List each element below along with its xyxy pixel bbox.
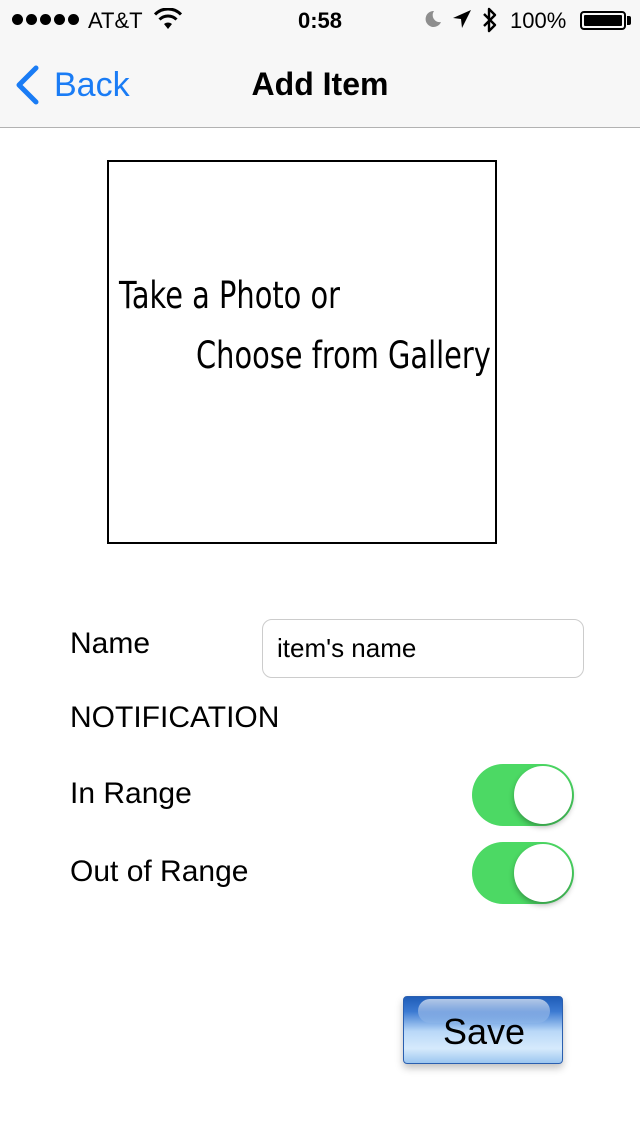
battery-icon [580,11,626,30]
bluetooth-icon [483,7,497,33]
location-arrow-icon [453,10,471,28]
out-of-range-label: Out of Range [70,855,249,888]
in-range-toggle[interactable] [472,764,574,826]
out-of-range-toggle[interactable] [472,842,574,904]
name-label: Name [70,627,151,660]
battery-percent: 100% [510,8,567,33]
battery-cap [627,16,631,25]
page-title: Add Item [251,66,389,102]
save-label: Save [442,1011,526,1052]
battery-fill [584,15,622,26]
photo-prompt-line2: Choose from Gallery [196,334,491,377]
navigation-bar: Back Add Item [0,40,640,128]
in-range-label: In Range [70,777,192,810]
name-input[interactable] [262,619,584,678]
toggle-knob [514,766,572,824]
status-bar: AT&T 0:58 100% [0,0,640,40]
photo-picker[interactable]: Take a Photo or Choose from Gallery [107,160,497,544]
notification-heading: NOTIFICATION [70,701,280,734]
photo-prompt-line1: Take a Photo or [119,274,341,317]
moon-icon [425,10,441,27]
save-button[interactable]: Save [403,996,563,1064]
toggle-knob [514,844,572,902]
